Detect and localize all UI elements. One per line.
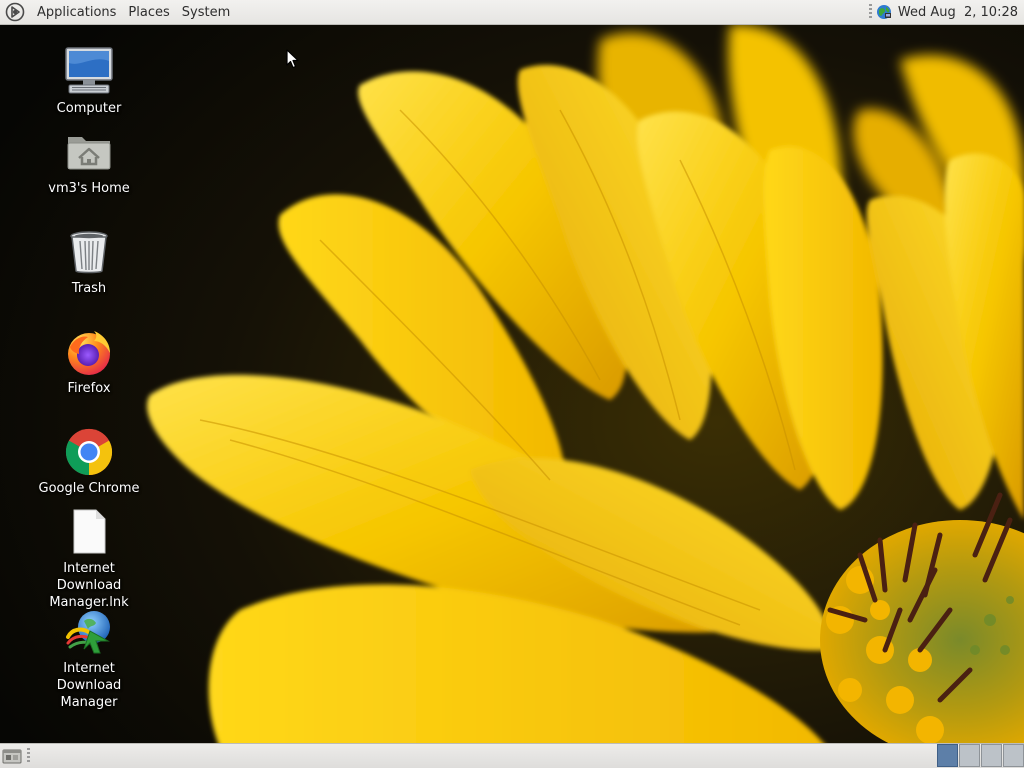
desktop-icon-idm[interactable]: Internet Download Manager bbox=[29, 607, 149, 711]
mouse-cursor-icon bbox=[286, 49, 299, 69]
desktop-icon-label: vm3's Home bbox=[48, 181, 130, 196]
desktop-icon-home[interactable]: vm3's Home bbox=[29, 127, 149, 197]
network-status-icon[interactable] bbox=[876, 4, 892, 20]
workspace-4[interactable] bbox=[1003, 744, 1024, 767]
distro-logo-icon[interactable] bbox=[5, 2, 25, 22]
file-icon bbox=[73, 509, 106, 554]
workspace-2[interactable] bbox=[959, 744, 980, 767]
clock[interactable]: Wed Aug 2, 10:28 bbox=[898, 5, 1024, 20]
show-desktop-icon[interactable] bbox=[2, 747, 22, 765]
desktop-icon-trash[interactable]: Trash bbox=[29, 227, 149, 297]
top-panel: Applications Places System Wed Aug 2, 10… bbox=[0, 0, 1024, 25]
firefox-icon bbox=[68, 331, 110, 375]
workspace-3[interactable] bbox=[981, 744, 1002, 767]
desktop-icon-label: Firefox bbox=[67, 381, 111, 396]
desktop-icon-label: Google Chrome bbox=[38, 481, 140, 496]
desktop-icon-label: Internet Download Manager.lnk bbox=[49, 561, 129, 610]
applications-menu[interactable]: Applications bbox=[31, 0, 122, 25]
desktop-icon-label: Internet Download Manager bbox=[56, 661, 122, 710]
desktop-icon-firefox[interactable]: Firefox bbox=[29, 327, 149, 397]
desktop-icon-chrome[interactable]: Google Chrome bbox=[29, 427, 149, 497]
desktop-icon-label: Trash bbox=[71, 281, 107, 296]
trash-icon bbox=[70, 231, 108, 274]
bottom-panel bbox=[0, 743, 1024, 768]
computer-icon bbox=[65, 47, 113, 94]
top-panel-tray: Wed Aug 2, 10:28 bbox=[868, 0, 1024, 25]
desktop-icon-idm-lnk[interactable]: Internet Download Manager.lnk bbox=[29, 507, 149, 611]
idm-icon bbox=[66, 611, 110, 654]
workspace-switcher bbox=[936, 744, 1024, 768]
panel-handle[interactable] bbox=[868, 4, 872, 20]
places-menu[interactable]: Places bbox=[122, 0, 175, 25]
home-folder-icon bbox=[67, 137, 111, 170]
chrome-icon bbox=[65, 428, 113, 476]
desktop-screen: Applications Places System Wed Aug 2, 10… bbox=[0, 0, 1024, 768]
desktop-icon-label: Computer bbox=[56, 101, 122, 116]
system-menu[interactable]: System bbox=[176, 0, 236, 25]
panel-handle[interactable] bbox=[27, 748, 30, 764]
desktop-icon-computer[interactable]: Computer bbox=[29, 45, 149, 117]
workspace-1[interactable] bbox=[937, 744, 958, 767]
desktop-wallpaper bbox=[0, 0, 1024, 768]
